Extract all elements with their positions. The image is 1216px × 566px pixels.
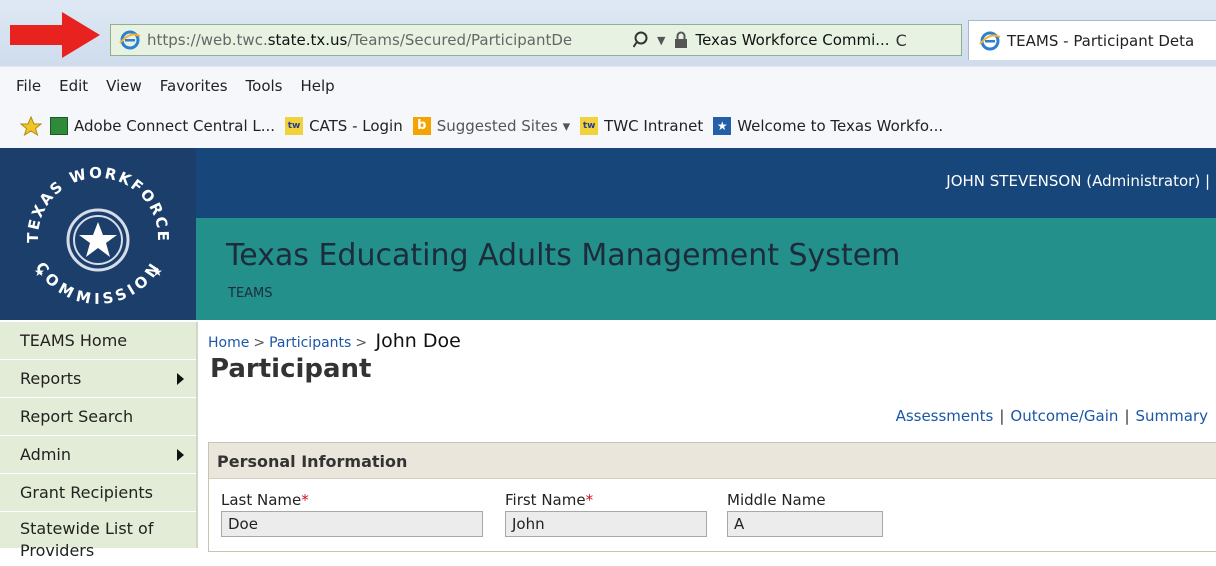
last-name-field-group: Last Name* Doe [221,491,483,537]
submenu-arrow-icon [177,449,184,461]
sidebar: TEAMS Home Reports Report Search Admin G… [0,322,198,566]
search-icon[interactable] [633,30,653,50]
menu-file[interactable]: File [16,77,41,95]
panel-heading: Personal Information [209,443,1216,479]
menu-edit[interactable]: Edit [59,77,88,95]
submenu-arrow-icon [177,373,184,385]
required-marker: * [301,491,309,509]
sidebar-item-statewide-providers[interactable]: Statewide List of Providers [0,512,196,566]
menu-help[interactable]: Help [301,77,335,95]
sidebar-item-grant-recipients[interactable]: Grant Recipients [0,474,196,512]
bing-icon: b [412,117,431,135]
address-bar[interactable]: https://web.twc.state.tx.us/Teams/Secure… [110,24,962,56]
tab-title: TEAMS - Participant Deta [1007,31,1195,50]
internet-explorer-icon [119,30,141,50]
twc-icon: tw [285,117,304,135]
svg-text:COMMISSION: COMMISSION [32,259,165,308]
middle-name-label: Middle Name [727,491,826,509]
summary-link[interactable]: Summary [1136,407,1209,425]
system-title: Texas Educating Adults Management System [226,238,901,273]
favorite-twc-intranet[interactable]: tw TWC Intranet [580,117,703,135]
twc-star-icon: ★ [713,117,732,135]
breadcrumb: Home > Participants > John Doe [208,330,461,352]
svg-text:★: ★ [152,265,163,279]
red-arrow-icon [10,12,100,58]
first-name-field[interactable]: John [505,511,707,537]
twc-icon: tw [580,117,599,135]
dropdown-arrow-icon[interactable]: ▼ [657,34,665,47]
browser-toolbar: https://web.twc.state.tx.us/Teams/Secure… [0,0,1216,66]
favorite-welcome-texas[interactable]: ★ Welcome to Texas Workfo... [713,117,943,135]
personal-information-panel: Personal Information Last Name* Doe Firs… [208,442,1216,552]
breadcrumb-home[interactable]: Home [208,335,249,351]
sidebar-item-reports[interactable]: Reports [0,360,196,398]
menu-bar: File Edit View Favorites Tools Help [0,66,1216,104]
favorite-adobe-connect[interactable]: Adobe Connect Central L... [50,117,275,135]
twc-seal-icon: TEXAS WORKFORCE COMMISSION ★ ★ [24,164,170,308]
lock-icon[interactable] [673,31,689,49]
favorite-suggested-sites[interactable]: b Suggested Sites ▾ [412,117,570,135]
participant-links: Assessments | Outcome/Gain | Summary [895,407,1209,425]
middle-name-field[interactable]: A [727,511,883,537]
user-name[interactable]: JOHN STEVENSON (Administrator) | [946,172,1210,190]
browser-tab[interactable]: TEAMS - Participant Deta [968,20,1216,60]
header-title-bar: Texas Educating Adults Management System… [196,218,1216,320]
first-name-field-group: First Name* John [505,491,707,537]
menu-view[interactable]: View [106,77,142,95]
menu-favorites[interactable]: Favorites [160,77,228,95]
outcome-gain-link[interactable]: Outcome/Gain [1010,407,1118,425]
assessments-link[interactable]: Assessments [896,407,994,425]
svg-text:★: ★ [34,265,45,279]
header-user-bar: JOHN STEVENSON (Administrator) | [196,148,1216,218]
adobe-connect-icon [50,117,68,135]
sidebar-item-admin[interactable]: Admin [0,436,196,474]
internet-explorer-icon [979,31,1001,50]
favorites-star-icon[interactable] [20,116,42,136]
twc-logo[interactable]: TEXAS WORKFORCE COMMISSION ★ ★ [0,148,196,320]
refresh-icon[interactable]: C [896,31,907,50]
required-marker: * [585,491,594,509]
system-subtitle: TEAMS [228,286,273,301]
breadcrumb-participants[interactable]: Participants [269,335,351,351]
last-name-field[interactable]: Doe [221,511,483,537]
sidebar-item-report-search[interactable]: Report Search [0,398,196,436]
sidebar-item-teams-home[interactable]: TEAMS Home [0,322,196,360]
url-text[interactable]: https://web.twc.state.tx.us/Teams/Secure… [147,31,627,49]
middle-name-field-group: Middle Name A [727,491,883,537]
favorites-bar: Adobe Connect Central L... tw CATS - Log… [0,104,1216,148]
last-name-label: Last Name* [221,491,309,509]
certificate-label[interactable]: Texas Workforce Commi... [695,31,889,49]
favorite-cats-login[interactable]: tw CATS - Login [285,117,403,135]
menu-tools[interactable]: Tools [246,77,283,95]
first-name-label: First Name* [505,491,594,509]
page-title: Participant [210,354,372,384]
breadcrumb-current: John Doe [375,330,461,352]
